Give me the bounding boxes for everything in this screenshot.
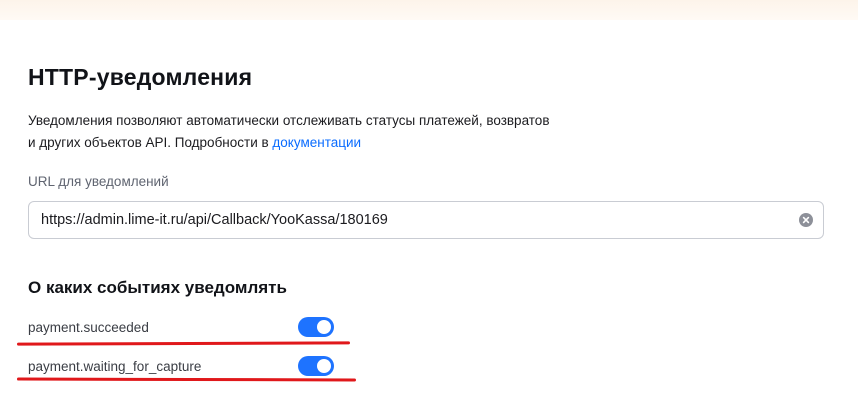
section-description: Уведомления позволяют автоматически отсл… <box>28 110 688 154</box>
event-label: payment.waiting_for_capture <box>28 359 202 374</box>
event-row-payment-succeeded: payment.succeeded <box>28 316 340 342</box>
events-title: О каких событиях уведомлять <box>28 278 287 297</box>
url-field <box>28 201 824 239</box>
url-field-label: URL для уведомлений <box>28 174 169 189</box>
event-toggle-payment-waiting-for-capture[interactable] <box>298 356 334 376</box>
toggle-knob <box>317 359 331 373</box>
section-title: HTTP-уведомления <box>28 64 253 90</box>
description-line-2-text: и других объектов API. Подробности в <box>28 135 273 150</box>
clear-circle-icon[interactable] <box>799 213 813 227</box>
description-line-2: и других объектов API. Подробности в док… <box>28 132 688 154</box>
top-strip <box>0 0 858 20</box>
page: HTTP-уведомления Уведомления позволяют а… <box>0 0 858 394</box>
docs-link[interactable]: документации <box>272 135 361 150</box>
url-input[interactable] <box>29 202 789 238</box>
description-line-1: Уведомления позволяют автоматически отсл… <box>28 113 550 128</box>
red-annotation-underline <box>16 341 351 346</box>
event-toggle-payment-succeeded[interactable] <box>298 317 334 337</box>
event-label: payment.succeeded <box>28 320 149 335</box>
toggle-knob <box>317 320 331 334</box>
